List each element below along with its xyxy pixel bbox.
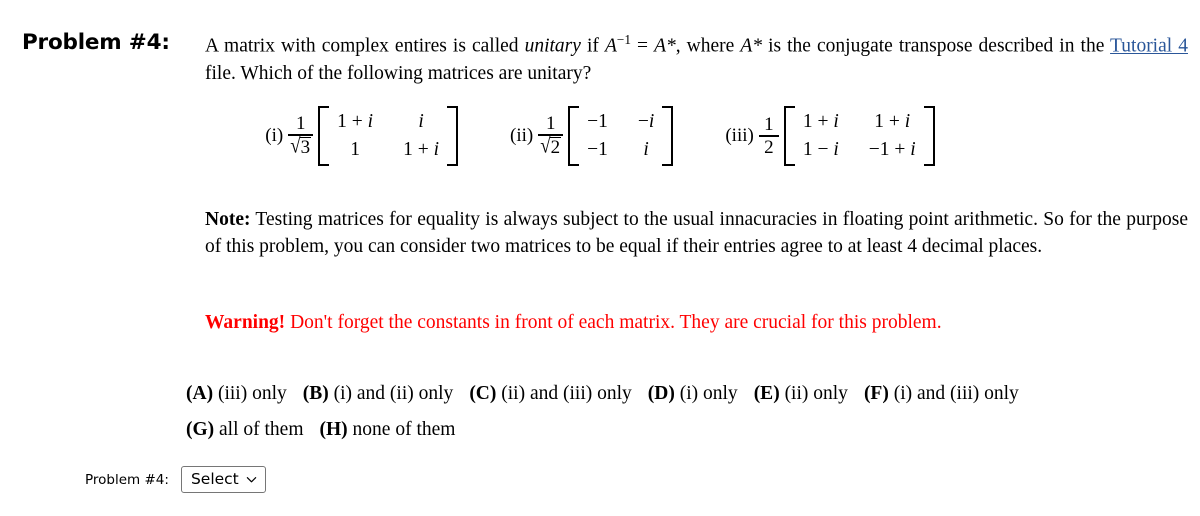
equation-a-star: A* (654, 35, 676, 57)
choice-c[interactable]: (C) (ii) and (iii) only (469, 376, 631, 412)
matrix-grid-ii: −1 −i −1 i (579, 106, 662, 166)
statement-text-1: A matrix with complex entires is called (205, 35, 525, 57)
choice-d[interactable]: (D) (i) only (648, 376, 738, 412)
matrix-coefficient-ii: 1 √ 2 (538, 113, 564, 159)
matrix-cell: −1 (587, 111, 608, 132)
note-label: Note: (205, 209, 251, 230)
right-bracket (923, 106, 935, 166)
matrix-cell: i (643, 139, 649, 160)
choice-tag: (A) (186, 383, 214, 404)
matrix-brackets-iii: 1 + i 1 + i 1 − i −1 + i (783, 106, 935, 166)
sqrt-icon: √ 3 (290, 134, 312, 159)
answer-select-value: Select (190, 470, 239, 488)
warning-label: Warning! (205, 312, 286, 333)
matrix-brackets-i: 1 + i i 1 1 + i (318, 106, 459, 166)
statement-text-2: if (580, 35, 605, 57)
note-block: Note: Testing matrices for equality is a… (205, 206, 1188, 260)
choice-tag: (F) (863, 383, 889, 404)
statement-unitary-term: unitary (524, 35, 581, 57)
statement-text-5: file. Which of the following matrices ar… (205, 62, 592, 84)
answer-choices: (A) (iii) only (B) (i) and (ii) only (C) (… (186, 376, 1186, 448)
equation-equals: = (630, 35, 655, 57)
chevron-down-icon (246, 474, 257, 485)
coefficient-numerator: 1 (545, 113, 556, 135)
note-text: Testing matrices for equality is always … (205, 209, 1188, 257)
matrix-cell: 1 + i (874, 111, 911, 132)
matrix-cell: −1 + i (868, 139, 916, 160)
matrix-cell: i (418, 111, 424, 132)
matrix-option-ii: (ii) 1 √ 2 −1 −i −1 i (510, 106, 674, 166)
radicand-value: 3 (299, 136, 312, 158)
radical-glyph: √ (290, 134, 301, 159)
answer-row: Problem #4: Select (85, 466, 266, 493)
matrix-cell: 1 + i (403, 139, 440, 160)
right-bracket (662, 106, 674, 166)
equation-a-inverse-base: A (604, 35, 617, 57)
coefficient-denominator: 2 (764, 136, 774, 158)
matrix-label-iii: (iii) (725, 125, 754, 146)
matrix-label-i: (i) (265, 125, 284, 146)
matrix-option-i: (i) 1 √ 3 1 + i i 1 1 + i (265, 106, 459, 166)
matrix-option-iii: (iii) 1 2 1 + i 1 + i 1 − i −1 + i (725, 106, 935, 166)
choice-text: (ii) and (iii) only (496, 383, 632, 404)
matrix-cell: −1 (587, 139, 608, 160)
choice-h[interactable]: (H) none of them (320, 412, 456, 448)
equation-a-inverse-exponent: −1 (616, 32, 631, 47)
coefficient-numerator: 1 (295, 113, 306, 135)
choice-a[interactable]: (A) (iii) only (186, 376, 287, 412)
coefficient-numerator: 1 (764, 114, 774, 136)
choice-text: none of them (347, 419, 456, 440)
matrices-row: (i) 1 √ 3 1 + i i 1 1 + i (ii) 1 √ 2 −1 … (0, 106, 1200, 166)
choice-text: all of them (214, 419, 304, 440)
choice-text: (ii) only (779, 383, 848, 404)
choice-tag: (C) (469, 383, 497, 404)
choice-e[interactable]: (E) (ii) only (754, 376, 848, 412)
matrix-cell: 1 + i (802, 111, 839, 132)
choice-tag: (B) (302, 383, 329, 404)
warning-block: Warning! Don't forget the constants in f… (205, 310, 1188, 336)
matrix-cell: 1 (350, 139, 360, 160)
choice-tag: (E) (753, 383, 780, 404)
matrix-cell: 1 + i (337, 111, 374, 132)
answer-select[interactable]: Select (180, 466, 266, 493)
matrix-label-ii: (ii) (510, 125, 534, 146)
choice-g[interactable]: (G) all of them (186, 412, 304, 448)
statement-text-3: , where (675, 35, 741, 57)
choice-f[interactable]: (F) (i) and (iii) only (864, 376, 1019, 412)
choice-text: (iii) only (213, 383, 287, 404)
choice-tag: (D) (647, 383, 675, 404)
radicand-value: 2 (549, 136, 562, 158)
matrix-cell: −i (637, 111, 655, 132)
choice-text: (i) and (iii) only (888, 383, 1019, 404)
statement-text-4: is the conjugate transpose described in … (762, 35, 1111, 57)
problem-number-label: Problem #4: (22, 30, 170, 55)
problem-statement: A matrix with complex entires is called … (205, 26, 1188, 87)
left-bracket (783, 106, 795, 166)
coefficient-denominator: √ 2 (538, 134, 563, 159)
answer-problem-label: Problem #4: (85, 471, 169, 488)
left-bracket (318, 106, 330, 166)
left-bracket (568, 106, 580, 166)
choice-b[interactable]: (B) (i) and (ii) only (303, 376, 454, 412)
matrix-cell: 1 − i (802, 139, 839, 160)
sqrt-icon: √ 2 (540, 134, 562, 159)
right-bracket (447, 106, 459, 166)
matrix-brackets-ii: −1 −i −1 i (568, 106, 674, 166)
matrix-coefficient-iii: 1 2 (758, 114, 779, 158)
matrix-coefficient-i: 1 √ 3 (288, 113, 314, 159)
tutorial-4-link[interactable]: Tutorial 4 (1110, 36, 1188, 57)
choice-tag: (G) (186, 419, 215, 440)
matrix-grid-i: 1 + i i 1 1 + i (329, 106, 447, 166)
choice-tag: (H) (319, 419, 348, 440)
choice-text: (i) only (674, 383, 738, 404)
equation-a-star-2: A* (740, 35, 763, 57)
radical-glyph: √ (540, 134, 551, 159)
coefficient-denominator: √ 3 (288, 134, 313, 159)
warning-text: Don't forget the constants in front of e… (285, 312, 942, 333)
choice-text: (i) and (ii) only (328, 383, 454, 404)
matrix-grid-iii: 1 + i 1 + i 1 − i −1 + i (795, 106, 924, 166)
